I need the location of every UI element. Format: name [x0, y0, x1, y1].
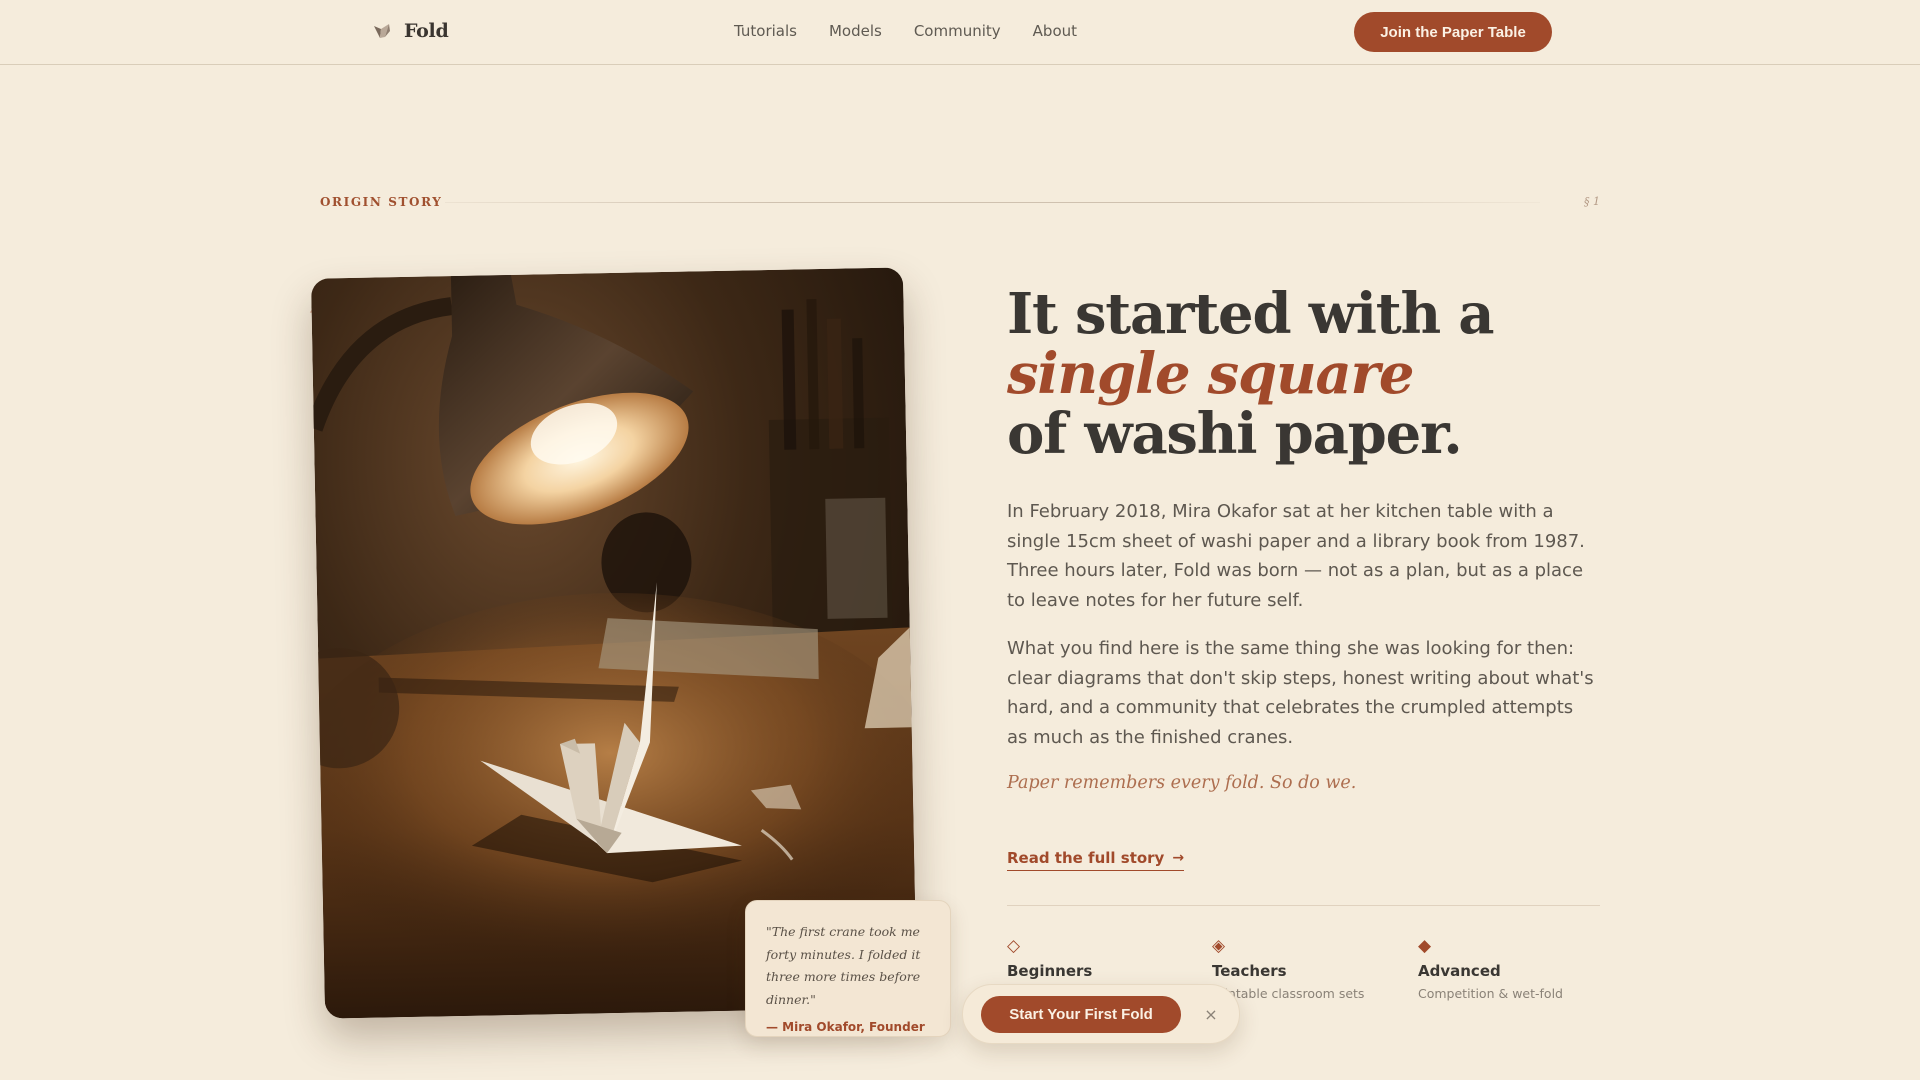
diamond-outline-icon: ◇	[1007, 936, 1021, 956]
page-title: It started with a single square of washi…	[1007, 284, 1567, 464]
level-teachers[interactable]: ◈ Teachers Printable classroom sets	[1212, 937, 1412, 1001]
read-full-story-link[interactable]: Read the full story →	[1007, 849, 1185, 871]
level-desc: Printable classroom sets	[1212, 986, 1365, 1001]
brand[interactable]: Fold	[372, 20, 449, 42]
level-title: Advanced	[1418, 962, 1501, 980]
join-paper-table-button[interactable]: Join the Paper Table	[1354, 12, 1552, 52]
tagline: Paper remembers every fold. So do we.	[1007, 773, 1357, 793]
nav-community[interactable]: Community	[914, 22, 1001, 40]
levels-divider	[1007, 905, 1600, 906]
brand-name: Fold	[404, 20, 449, 42]
section-divider	[445, 202, 1540, 203]
nav-tutorials[interactable]: Tutorials	[734, 22, 797, 40]
level-advanced[interactable]: ◆ Advanced Competition & wet-fold	[1418, 937, 1618, 1001]
quote-author: — Mira Okafor, Founder	[766, 1020, 925, 1034]
story-paragraph-2: What you find here is the same thing she…	[1007, 638, 1594, 748]
level-desc: Competition & wet-fold	[1418, 986, 1563, 1001]
level-beginners[interactable]: ◇ Beginners	[1007, 937, 1207, 986]
read-link-label: Read the full story	[1007, 849, 1165, 867]
main-nav: Tutorials Models Community About	[734, 22, 1077, 40]
diamond-half-icon: ◈	[1212, 936, 1226, 956]
arrow-right-icon: →	[1172, 850, 1185, 866]
section-label: ORIGIN STORY	[320, 195, 443, 209]
nav-about[interactable]: About	[1033, 22, 1077, 40]
headline-line-1: It started with a	[1007, 281, 1495, 347]
level-title: Beginners	[1007, 962, 1093, 980]
headline-accent: single square	[1007, 341, 1414, 407]
section-number: § 1	[1584, 195, 1600, 208]
diamond-filled-icon: ◆	[1418, 936, 1432, 956]
headline-line-3: of washi paper.	[1007, 401, 1463, 467]
quote-text: "The first crane took me forty minutes. …	[766, 924, 921, 1007]
level-title: Teachers	[1212, 962, 1287, 980]
floating-cta-bar: Start Your First Fold ×	[962, 984, 1240, 1044]
founder-quote-card: "The first crane took me forty minutes. …	[745, 900, 951, 1037]
site-header: Fold Tutorials Models Community About Jo…	[0, 0, 1920, 65]
origami-logo-icon	[374, 24, 390, 38]
close-icon[interactable]: ×	[1199, 1002, 1223, 1026]
start-first-fold-button[interactable]: Start Your First Fold	[981, 996, 1181, 1033]
nav-models[interactable]: Models	[829, 22, 882, 40]
story-paragraph-1: In February 2018, Mira Okafor sat at her…	[1007, 501, 1585, 611]
